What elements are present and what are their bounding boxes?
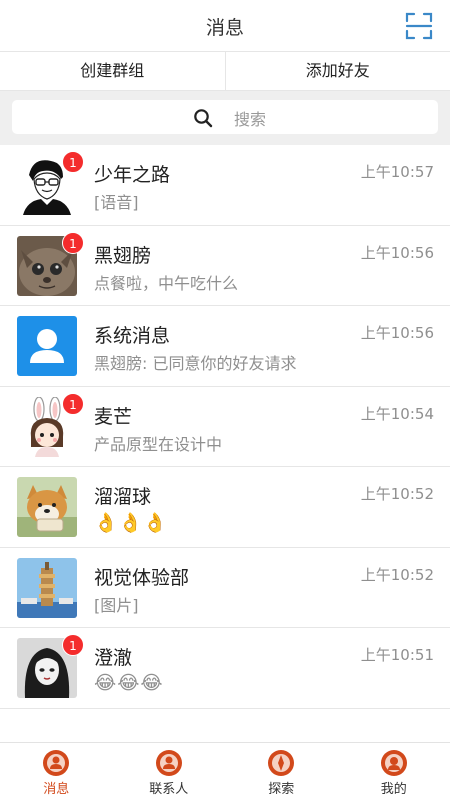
tower-photo-avatar [17, 557, 77, 618]
search-placeholder: 搜索 [234, 110, 267, 129]
message-time: 上午10:52 [360, 485, 434, 503]
bottom-tab-bar: 消息 联系人 探索 我的 [0, 742, 450, 800]
message-tab-icon [43, 750, 70, 776]
message-time: 上午10:56 [360, 243, 434, 262]
conversation-item[interactable]: 1 黑翅膀 点餐啦，中午吃什么 上午10:56 [0, 225, 450, 306]
message-preview: [语音] [94, 193, 139, 212]
message-preview: 产品原型在设计中 [94, 434, 223, 454]
action-bar: 创建群组 添加好友 [0, 52, 450, 91]
contacts-tab-icon [155, 750, 182, 776]
search-area: 搜索 [0, 91, 450, 145]
contact-name: 少年之路 [94, 164, 171, 186]
unread-badge: 1 [62, 231, 84, 254]
page-title: 消息 [205, 17, 244, 39]
message-preview: 👌👌👌 [94, 512, 168, 534]
profile-tab-icon [380, 750, 407, 776]
contact-name: 澄澈 [94, 647, 133, 669]
conversation-item[interactable]: 溜溜球 👌👌👌 上午10:52 [0, 467, 450, 548]
conversation-item[interactable]: 1 麦芒 产品原型在设计中 上午10:54 [0, 386, 450, 467]
tab-label: 我的 [380, 782, 407, 797]
tab-label: 消息 [43, 782, 70, 797]
unread-badge: 1 [62, 392, 84, 415]
search-input[interactable]: 搜索 [12, 100, 438, 134]
message-time: 上午10:57 [360, 163, 434, 181]
search-icon [194, 109, 213, 128]
message-preview: [图片] [94, 595, 139, 615]
tab-label: 探索 [268, 782, 295, 797]
conversation-item[interactable]: 视觉体验部 [图片] 上午10:52 [0, 547, 450, 628]
add-friend-button[interactable]: 添加好友 [224, 52, 450, 90]
tab-messages[interactable]: 消息 [0, 743, 113, 800]
conversation-item[interactable]: 系统消息 黑翅膀: 已同意你的好友请求 上午10:56 [0, 306, 450, 387]
create-group-button[interactable]: 创建群组 [0, 52, 225, 90]
message-preview: 点餐啦，中午吃什么 [94, 273, 239, 293]
tab-profile[interactable]: 我的 [338, 743, 450, 800]
contact-name: 系统消息 [94, 325, 171, 347]
system-user-avatar [17, 316, 77, 376]
tab-contacts[interactable]: 联系人 [113, 743, 226, 800]
top-bar: 消息 [0, 0, 450, 52]
contact-name: 麦芒 [94, 405, 133, 428]
message-time: 上午10:56 [360, 324, 434, 342]
message-time: 上午10:51 [360, 646, 434, 664]
conversation-list: 1 少年之路 [语音] 上午10:57 1 黑翅膀 点餐啦，中午吃什么 上午10… [0, 145, 450, 709]
tab-explore[interactable]: 探索 [225, 743, 338, 800]
unread-badge: 1 [62, 634, 84, 656]
shiba-dog-avatar [17, 477, 77, 537]
message-preview: 黑翅膀: 已同意你的好友请求 [94, 354, 297, 373]
contact-name: 视觉体验部 [94, 566, 190, 589]
contact-name: 溜溜球 [94, 486, 152, 508]
message-preview: 😂😂😂 [94, 672, 164, 694]
contact-name: 黑翅膀 [94, 244, 152, 267]
conversation-item[interactable]: 1 少年之路 [语音] 上午10:57 [0, 145, 450, 226]
tab-label: 联系人 [149, 782, 189, 797]
scan-button[interactable] [404, 11, 434, 41]
unread-badge: 1 [62, 151, 84, 173]
message-time: 上午10:52 [360, 565, 434, 584]
explore-tab-icon [268, 750, 295, 776]
scan-icon [405, 12, 433, 40]
conversation-item[interactable]: 1 澄澈 😂😂😂 上午10:51 [0, 628, 450, 709]
message-time: 上午10:54 [360, 404, 434, 423]
